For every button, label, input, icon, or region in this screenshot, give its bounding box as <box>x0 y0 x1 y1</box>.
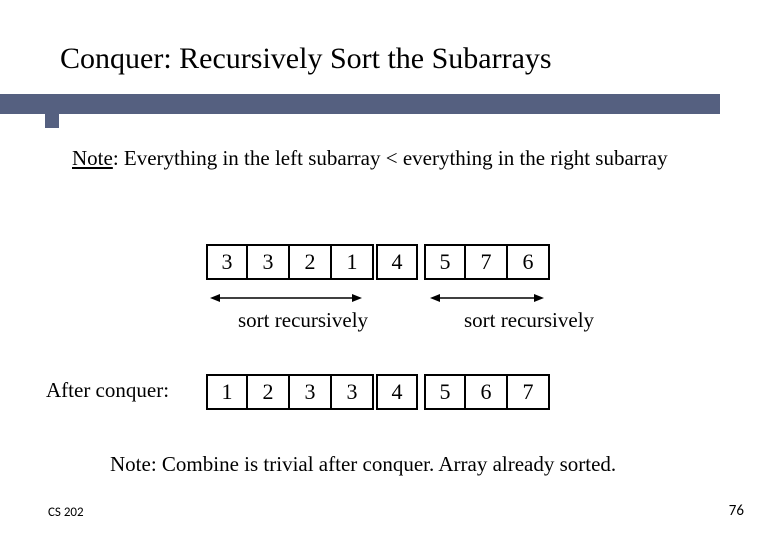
after-left-subarray: 1 2 3 3 <box>206 374 374 410</box>
after-conquer-label: After conquer: <box>46 378 169 403</box>
course-code: CS 202 <box>48 505 84 520</box>
double-arrow-icon <box>430 292 544 304</box>
array-cell: 6 <box>508 244 550 280</box>
title-bar <box>0 94 720 114</box>
array-cell: 7 <box>508 374 550 410</box>
note-underlined: Note <box>72 146 113 170</box>
note-text: : Everything in the left subarray < ever… <box>113 146 668 170</box>
slide-title: Conquer: Recursively Sort the Subarrays <box>60 42 552 76</box>
array-cell: 1 <box>332 244 374 280</box>
array-cell: 2 <box>248 374 290 410</box>
array-cell: 3 <box>332 374 374 410</box>
sort-recursively-label-left: sort recursively <box>238 308 368 333</box>
after-pivot-cell: 4 <box>376 374 418 410</box>
array-cell: 7 <box>466 244 508 280</box>
before-pivot-cell: 4 <box>376 244 418 280</box>
array-cell: 3 <box>206 244 248 280</box>
after-right-subarray: 5 6 7 <box>424 374 550 410</box>
double-arrow-icon <box>210 292 362 304</box>
combine-note: Note: Combine is trivial after conquer. … <box>110 452 616 477</box>
array-cell: 2 <box>290 244 332 280</box>
note-line: Note: Everything in the left subarray < … <box>72 146 668 171</box>
title-accent <box>45 94 59 128</box>
array-cell: 5 <box>424 374 466 410</box>
array-cell: 3 <box>248 244 290 280</box>
array-cell: 6 <box>466 374 508 410</box>
page-number: 76 <box>729 502 744 520</box>
array-cell: 3 <box>290 374 332 410</box>
before-right-subarray: 5 7 6 <box>424 244 550 280</box>
sort-recursively-label-right: sort recursively <box>464 308 594 333</box>
before-left-subarray: 3 3 2 1 <box>206 244 374 280</box>
slide: Conquer: Recursively Sort the Subarrays … <box>0 0 780 540</box>
array-cell: 5 <box>424 244 466 280</box>
array-cell: 1 <box>206 374 248 410</box>
